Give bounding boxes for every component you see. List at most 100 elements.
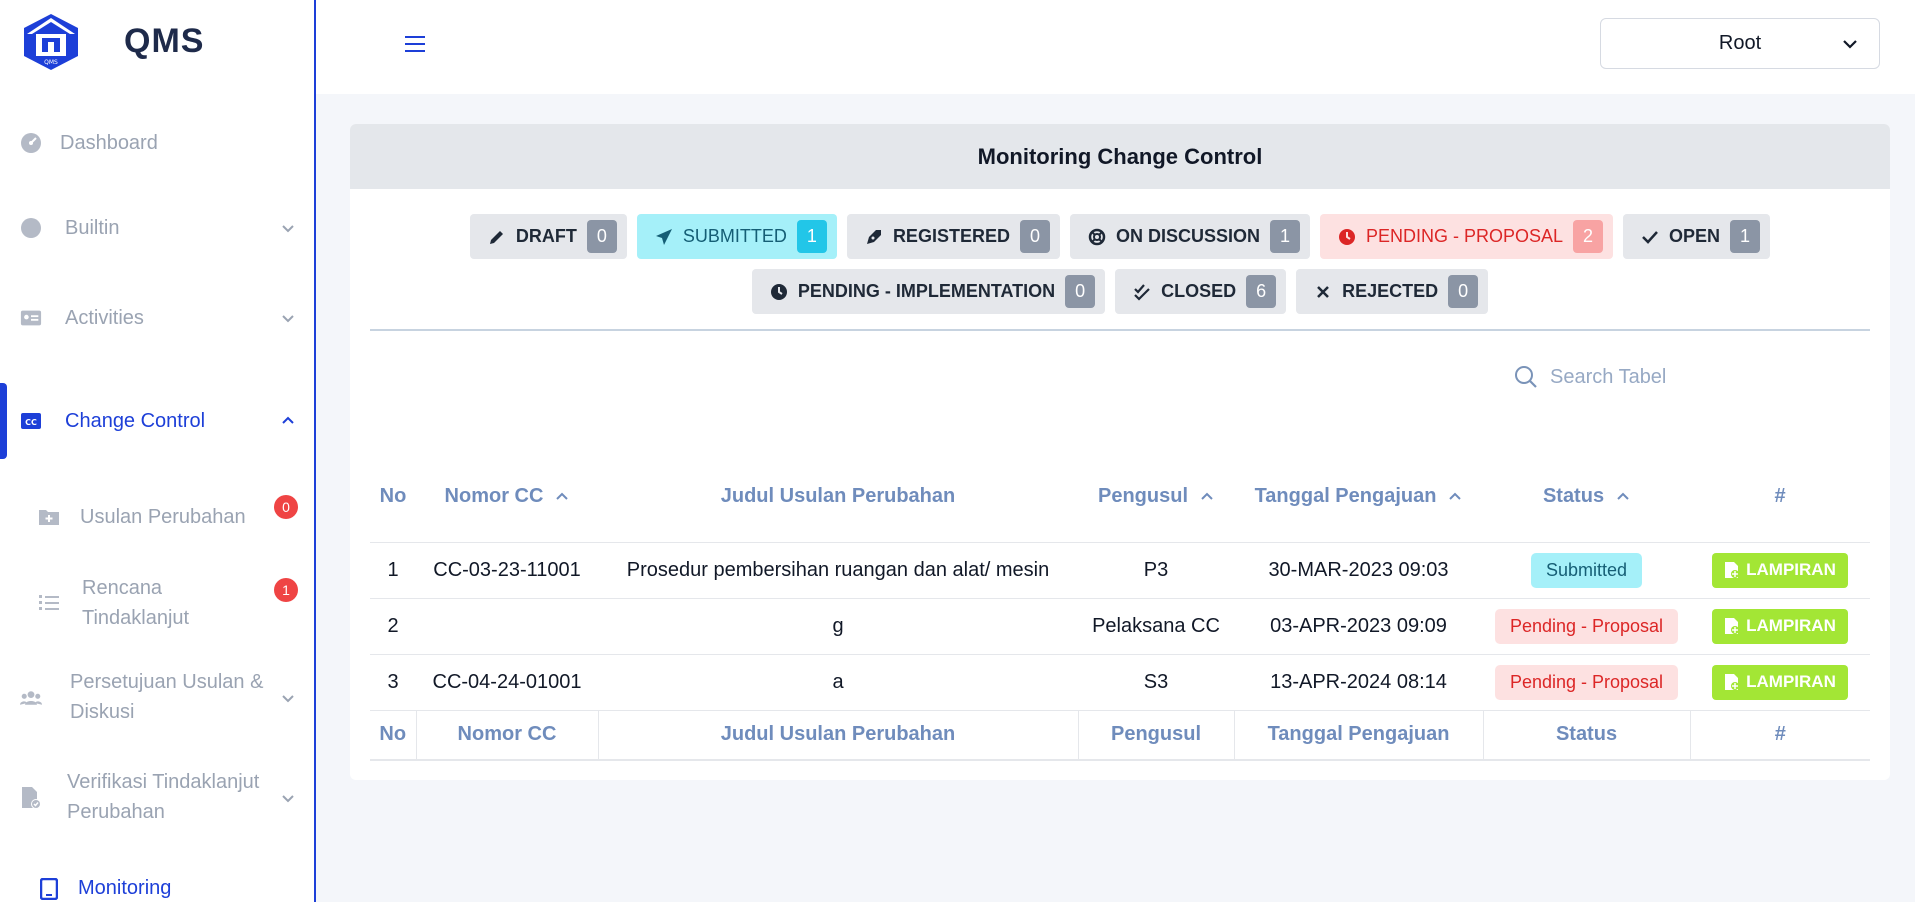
column-header-nomor-cc[interactable]: Nomor CC xyxy=(416,451,598,543)
table-header-row: No Nomor CC Judul Usulan Perubahan Pengu… xyxy=(370,451,1870,543)
qms-logo-icon: QMS xyxy=(24,14,78,70)
lampiran-button[interactable]: LAMPIRAN xyxy=(1712,608,1848,644)
cell-status: Submitted xyxy=(1483,542,1690,599)
sidebar-item-label: Monitoring xyxy=(78,877,172,899)
sidebar-item-activities[interactable]: Activities xyxy=(0,303,314,333)
sidebar-item-dashboard[interactable]: Dashboard xyxy=(0,128,314,158)
user-dropdown[interactable]: Root xyxy=(1600,18,1880,69)
circle-icon xyxy=(20,217,42,239)
file-attachment-icon xyxy=(1725,674,1740,690)
sort-asc-icon xyxy=(1449,493,1462,501)
cell-no: 1 xyxy=(370,542,416,599)
cell-tanggal: 30-MAR-2023 09:03 xyxy=(1234,542,1483,599)
chevron-down-icon xyxy=(282,315,294,323)
footer-tanggal: Tanggal Pengajuan xyxy=(1234,710,1484,761)
list-ordered-icon xyxy=(38,593,60,615)
filter-on-discussion-button[interactable]: ON DISCUSSION 1 xyxy=(1069,214,1310,259)
filter-count: 1 xyxy=(796,220,827,253)
filter-label: REGISTERED xyxy=(892,226,1010,246)
clock-icon xyxy=(770,283,788,301)
footer-judul: Judul Usulan Perubahan xyxy=(598,710,1079,761)
folder-plus-icon xyxy=(38,507,60,529)
sort-asc-icon xyxy=(556,493,569,501)
cell-pengusul: Pelaksana CC xyxy=(1078,598,1234,655)
table-row[interactable]: 2 g Pelaksana CC 03-APR-2023 09:09 Pendi… xyxy=(370,598,1870,655)
column-header-no[interactable]: No xyxy=(370,451,416,543)
monitoring-card: Monitoring Change Control DRAFT 0 SUBMIT… xyxy=(350,124,1890,780)
sidebar-item-verifikasi[interactable]: Verifikasi Tindaklanjut Perubahan xyxy=(0,768,314,828)
sidebar-item-label-line2: Perubahan xyxy=(67,801,165,823)
sort-asc-icon xyxy=(1201,493,1213,501)
clock-icon xyxy=(1338,228,1356,246)
footer-no: No xyxy=(370,710,417,761)
count-badge: 0 xyxy=(274,495,298,519)
cell-nomor-cc: CC-03-23-11001 xyxy=(416,542,598,599)
cell-status: Pending - Proposal xyxy=(1483,598,1690,655)
column-header-pengusul[interactable]: Pengusul xyxy=(1078,451,1234,543)
sidebar-item-change-control[interactable]: CC Change Control xyxy=(0,406,314,436)
cell-judul: a xyxy=(598,654,1078,711)
cc-icon: CC xyxy=(20,410,42,432)
filter-rejected-button[interactable]: REJECTED 0 xyxy=(1296,269,1489,314)
search-icon xyxy=(1515,366,1537,388)
sidebar-item-label-line2: Diskusi xyxy=(70,701,135,723)
table-row[interactable]: 3 CC-04-24-01001 a S3 13-APR-2024 08:14 … xyxy=(370,654,1870,711)
lampiran-button[interactable]: LAMPIRAN xyxy=(1712,552,1848,588)
column-header-status[interactable]: Status xyxy=(1483,451,1690,543)
life-ring-icon xyxy=(1088,228,1106,246)
chevron-down-icon xyxy=(1843,40,1857,49)
sidebar-item-usulan-perubahan[interactable]: Usulan Perubahan 0 xyxy=(0,495,314,533)
menu-toggle-icon[interactable] xyxy=(404,34,426,54)
filter-count: 0 xyxy=(586,220,617,253)
sidebar-item-label: Usulan Perubahan xyxy=(80,506,246,528)
filter-open-button[interactable]: OPEN 1 xyxy=(1623,214,1771,259)
filter-pending-proposal-button[interactable]: PENDING - PROPOSAL 2 xyxy=(1320,214,1614,259)
cell-pengusul: P3 xyxy=(1078,542,1234,599)
filter-label: REJECTED xyxy=(1342,281,1439,301)
filter-pending-implementation-button[interactable]: PENDING - IMPLEMENTATION 0 xyxy=(751,269,1106,314)
sort-asc-icon xyxy=(1617,493,1629,501)
sidebar-item-persetujuan[interactable]: Persetujuan Usulan & Diskusi xyxy=(0,668,314,728)
sidebar-item-monitoring[interactable]: Monitoring xyxy=(0,874,314,902)
count-badge: 1 xyxy=(274,578,298,602)
sidebar-item-label: Dashboard xyxy=(60,131,158,154)
sidebar-item-rencana-tindaklanjut[interactable]: Rencana Tindaklanjut 1 xyxy=(0,574,314,634)
sidebar-item-label: Builtin xyxy=(65,216,120,239)
column-header-tanggal[interactable]: Tanggal Pengajuan xyxy=(1234,451,1483,543)
status-badge: Pending - Proposal xyxy=(1494,664,1679,700)
cell-judul: Prosedur pembersihan ruangan dan alat/ m… xyxy=(598,542,1078,599)
filter-registered-button[interactable]: REGISTERED 0 xyxy=(846,214,1060,259)
change-control-table: No Nomor CC Judul Usulan Perubahan Pengu… xyxy=(370,451,1870,761)
table-row[interactable]: 1 CC-03-23-11001 Prosedur pembersihan ru… xyxy=(370,542,1870,599)
cell-no: 2 xyxy=(370,598,416,655)
chevron-down-icon xyxy=(282,225,294,233)
cell-action: LAMPIRAN xyxy=(1690,598,1870,655)
filter-submitted-button[interactable]: SUBMITTED 1 xyxy=(636,214,837,259)
lampiran-button[interactable]: LAMPIRAN xyxy=(1712,664,1848,700)
filter-count: 0 xyxy=(1019,220,1050,253)
search-input[interactable] xyxy=(1550,365,1710,389)
sidebar-item-builtin[interactable]: Builtin xyxy=(0,213,314,243)
footer-nomor-cc: Nomor CC xyxy=(416,710,599,761)
footer-status: Status xyxy=(1483,710,1691,761)
app-logo[interactable]: QMS QMS xyxy=(18,10,204,72)
filter-draft-button[interactable]: DRAFT 0 xyxy=(469,214,627,259)
filter-closed-button[interactable]: CLOSED 6 xyxy=(1115,269,1287,314)
id-card-icon xyxy=(20,307,42,329)
filter-label: PENDING - IMPLEMENTATION xyxy=(797,281,1056,301)
pencil-icon xyxy=(488,228,506,246)
filter-label: SUBMITTED xyxy=(682,226,787,246)
status-badge: Pending - Proposal xyxy=(1494,608,1679,644)
chevron-down-icon xyxy=(282,795,294,803)
sidebar: QMS QMS Dashboard Builtin Activities CC … xyxy=(0,0,316,902)
svg-text:QMS: QMS xyxy=(44,59,58,66)
cell-status: Pending - Proposal xyxy=(1483,654,1690,711)
filter-label: OPEN xyxy=(1669,226,1721,246)
check-icon xyxy=(1641,228,1659,246)
filter-count: 0 xyxy=(1065,275,1096,308)
file-attachment-icon xyxy=(1725,562,1740,578)
column-header-judul[interactable]: Judul Usulan Perubahan xyxy=(598,451,1078,543)
table-search xyxy=(1514,362,1714,392)
cell-no: 3 xyxy=(370,654,416,711)
filter-count: 1 xyxy=(1270,220,1300,253)
